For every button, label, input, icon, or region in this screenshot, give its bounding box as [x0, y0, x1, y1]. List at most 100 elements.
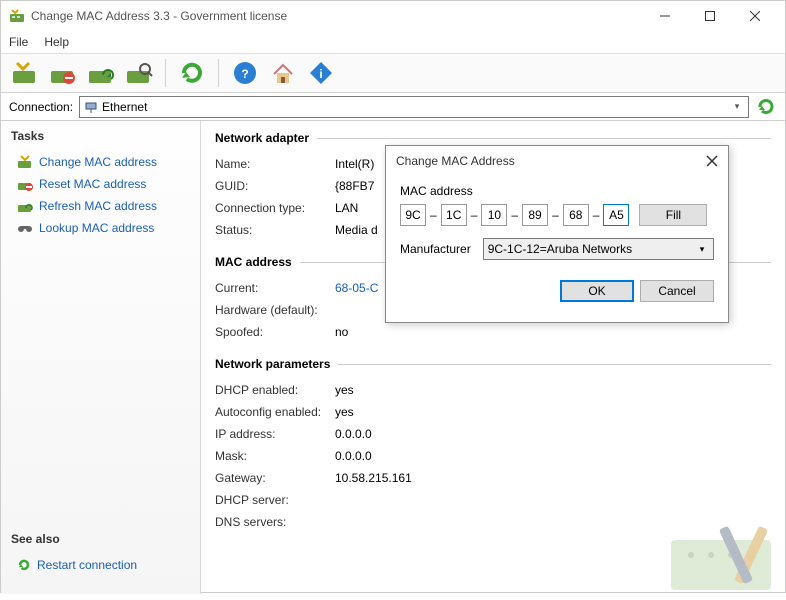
field-value: Intel(R) [335, 157, 374, 171]
see-also-section: See also Restart connection [11, 532, 191, 576]
mac-octet-4[interactable] [522, 204, 548, 226]
manufacturer-select[interactable]: 9C-1C-12=Aruba Networks ▾ [483, 238, 714, 260]
seealso-restart-connection[interactable]: Restart connection [11, 554, 191, 576]
minimize-button[interactable] [642, 1, 687, 31]
task-reset-mac[interactable]: Reset MAC address [11, 173, 190, 195]
section-header: Network parameters [215, 357, 330, 371]
seealso-header: See also [11, 532, 191, 546]
binoculars-icon [17, 221, 33, 235]
mac-address-label: MAC address [400, 184, 714, 198]
svg-text:?: ? [241, 67, 248, 81]
dialog-titlebar: Change MAC Address [386, 146, 728, 176]
toolbar-change-mac-icon[interactable] [9, 57, 41, 89]
field-value: {88FB7 [335, 179, 374, 193]
field-label: Hardware (default): [215, 303, 335, 317]
dash: – [552, 208, 559, 222]
toolbar-home-icon[interactable] [267, 57, 299, 89]
watermark-icon [661, 510, 786, 600]
ok-button[interactable]: OK [560, 280, 634, 302]
field-value: LAN [335, 201, 358, 215]
nic-arrow-icon [17, 155, 33, 169]
sidebar: Tasks Change MAC address Reset MAC addre… [1, 121, 201, 594]
toolbar-lookup-mac-icon[interactable] [123, 57, 155, 89]
dash: – [430, 208, 437, 222]
manufacturer-label: Manufacturer [400, 242, 471, 256]
app-icon [9, 8, 25, 24]
field-value: 10.58.215.161 [335, 471, 412, 485]
toolbar-refresh-mac-icon[interactable] [85, 57, 117, 89]
current-mac-link[interactable]: 68-05-C [335, 281, 378, 295]
toolbar-reset-mac-icon[interactable] [47, 57, 79, 89]
svg-text:i: i [319, 67, 322, 81]
field-value: 0.0.0.0 [335, 449, 372, 463]
mac-octet-6[interactable] [603, 204, 629, 226]
field-label: Autoconfig enabled: [215, 405, 335, 419]
toolbar-help-icon[interactable]: ? [229, 57, 261, 89]
section-header: Network adapter [215, 131, 309, 145]
field-label: Spoofed: [215, 325, 335, 339]
field-value: yes [335, 383, 354, 397]
mac-octet-5[interactable] [563, 204, 589, 226]
mac-octet-1[interactable] [400, 204, 426, 226]
dash: – [471, 208, 478, 222]
dialog-title: Change MAC Address [396, 154, 706, 168]
field-label: Current: [215, 281, 335, 295]
restart-icon [17, 558, 31, 572]
task-label: Reset MAC address [39, 177, 146, 191]
seealso-label: Restart connection [37, 558, 137, 572]
field-label: Status: [215, 223, 335, 237]
field-label: Name: [215, 157, 335, 171]
task-refresh-mac[interactable]: Refresh MAC address [11, 195, 190, 217]
menu-file[interactable]: File [9, 35, 28, 49]
connection-select[interactable]: Ethernet ▾ [79, 96, 749, 118]
field-label: Connection type: [215, 201, 335, 215]
task-change-mac[interactable]: Change MAC address [11, 151, 190, 173]
dialog-close-button[interactable] [706, 155, 718, 167]
task-label: Lookup MAC address [39, 221, 154, 235]
connection-value: Ethernet [102, 100, 147, 114]
task-label: Change MAC address [39, 155, 157, 169]
toolbar-separator [165, 59, 166, 87]
field-value: yes [335, 405, 354, 419]
connection-label: Connection: [9, 100, 73, 114]
nic-refresh-icon [17, 199, 33, 213]
section-header: MAC address [215, 255, 292, 269]
field-value: Media d [335, 223, 378, 237]
tasks-header: Tasks [11, 129, 190, 143]
field-label: Mask: [215, 449, 335, 463]
field-value: no [335, 325, 348, 339]
field-label: Gateway: [215, 471, 335, 485]
toolbar-restart-icon[interactable] [176, 57, 208, 89]
close-button[interactable] [732, 1, 777, 31]
field-value: 0.0.0.0 [335, 427, 372, 441]
connection-refresh-icon[interactable] [755, 96, 777, 118]
window-title: Change MAC Address 3.3 - Government lice… [31, 9, 642, 23]
dash: – [511, 208, 518, 222]
menubar: File Help [1, 31, 785, 53]
ethernet-icon [84, 100, 98, 114]
mac-octet-3[interactable] [481, 204, 507, 226]
field-label: IP address: [215, 427, 335, 441]
mac-octet-row: – – – – – Fill [400, 204, 714, 226]
toolbar-info-icon[interactable]: i [305, 57, 337, 89]
chevron-down-icon: ▾ [693, 240, 711, 258]
mac-octet-2[interactable] [441, 204, 467, 226]
manufacturer-value: 9C-1C-12=Aruba Networks [488, 242, 632, 256]
field-label: DHCP server: [215, 493, 335, 507]
field-label: DNS servers: [215, 515, 335, 529]
menu-help[interactable]: Help [44, 35, 69, 49]
section-network-parameters: Network parameters DHCP enabled:yes Auto… [215, 357, 771, 533]
titlebar: Change MAC Address 3.3 - Government lice… [1, 1, 785, 31]
toolbar: ? i [1, 53, 785, 93]
task-lookup-mac[interactable]: Lookup MAC address [11, 217, 190, 239]
connection-bar: Connection: Ethernet ▾ [1, 93, 785, 121]
fill-button[interactable]: Fill [639, 204, 707, 226]
cancel-button[interactable]: Cancel [640, 280, 714, 302]
nic-remove-icon [17, 177, 33, 191]
dash: – [593, 208, 600, 222]
field-label: DHCP enabled: [215, 383, 335, 397]
toolbar-separator [218, 59, 219, 87]
chevron-down-icon: ▾ [728, 98, 746, 116]
maximize-button[interactable] [687, 1, 732, 31]
task-label: Refresh MAC address [39, 199, 157, 213]
